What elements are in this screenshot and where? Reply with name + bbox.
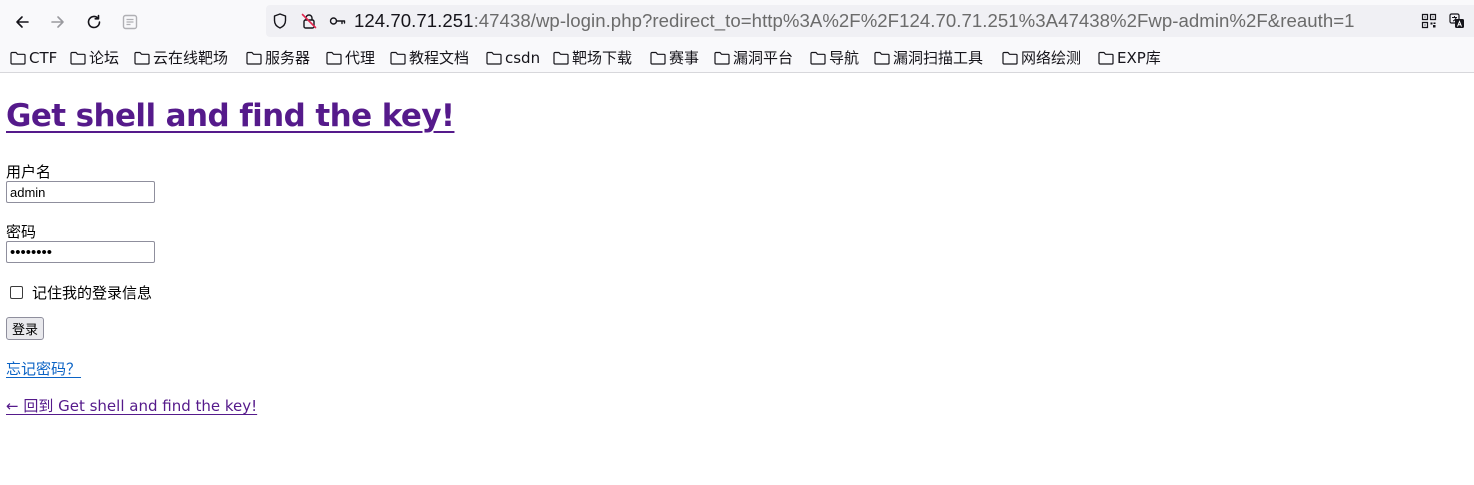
bookmark-label: 漏洞平台 bbox=[733, 49, 794, 67]
qr-code-icon[interactable] bbox=[1421, 13, 1437, 29]
folder-icon bbox=[874, 51, 890, 65]
reader-view-button[interactable] bbox=[117, 9, 143, 35]
bookmark-folder[interactable]: 代理 bbox=[326, 47, 375, 68]
bookmarks-bar: CTF 论坛 云在线靶场 服务器 代理 教程文档 csdn 靶场下载 赛事 漏洞… bbox=[0, 42, 1474, 73]
folder-icon bbox=[553, 51, 569, 65]
key-icon[interactable] bbox=[328, 12, 346, 30]
bookmark-folder[interactable]: 云在线靶场 bbox=[134, 47, 228, 68]
bookmark-folder[interactable]: 网络绘测 bbox=[1002, 47, 1081, 68]
folder-icon bbox=[326, 51, 342, 65]
password-label: 密码 bbox=[6, 223, 37, 241]
bookmark-label: EXP库 bbox=[1117, 49, 1161, 67]
bookmark-label: 论坛 bbox=[89, 49, 120, 67]
bookmark-folder[interactable]: csdn bbox=[486, 47, 540, 68]
folder-icon bbox=[486, 51, 502, 65]
back-button[interactable] bbox=[9, 9, 35, 35]
translate-icon[interactable] bbox=[1449, 13, 1465, 29]
forward-icon bbox=[51, 16, 64, 28]
bookmark-folder[interactable]: CTF bbox=[10, 47, 57, 68]
folder-icon bbox=[714, 51, 730, 65]
folder-icon bbox=[650, 51, 666, 65]
bookmark-folder[interactable]: 论坛 bbox=[70, 47, 119, 68]
bookmark-label: 服务器 bbox=[265, 49, 311, 67]
page-content: Get shell and find the key! 用户名 密码 记住我的登… bbox=[0, 74, 1474, 485]
bookmark-folder[interactable]: 赛事 bbox=[650, 47, 699, 68]
bookmark-label: 导航 bbox=[829, 49, 860, 67]
bookmark-label: 教程文档 bbox=[409, 49, 470, 67]
insecure-lock-icon[interactable] bbox=[300, 12, 318, 30]
remember-me[interactable]: 记住我的登录信息 bbox=[10, 282, 152, 303]
bookmark-folder[interactable]: 服务器 bbox=[246, 47, 310, 68]
bookmark-label: 赛事 bbox=[669, 49, 700, 67]
folder-icon bbox=[10, 51, 26, 65]
remember-me-label: 记住我的登录信息 bbox=[32, 284, 153, 302]
url-bar[interactable]: 124.70.71.251:47438/wp-login.php?redirec… bbox=[266, 5, 1474, 37]
login-button[interactable]: 登录 bbox=[6, 317, 45, 340]
folder-icon bbox=[134, 51, 150, 65]
folder-icon bbox=[246, 51, 262, 65]
username-field[interactable] bbox=[6, 181, 155, 203]
bookmark-folder[interactable]: 靶场下载 bbox=[553, 47, 632, 68]
bookmark-folder[interactable]: 漏洞扫描工具 bbox=[874, 47, 983, 68]
url-text[interactable]: 124.70.71.251:47438/wp-login.php?redirec… bbox=[354, 10, 1355, 32]
folder-icon bbox=[1098, 51, 1114, 65]
reload-icon bbox=[87, 14, 101, 29]
bookmark-folder[interactable]: EXP库 bbox=[1098, 47, 1161, 68]
bookmark-label: 代理 bbox=[345, 49, 376, 67]
lost-password-link[interactable]: 忘记密码？ bbox=[6, 358, 81, 379]
site-title-link[interactable]: Get shell and find the key! bbox=[6, 98, 455, 134]
bookmark-folder[interactable]: 导航 bbox=[810, 47, 859, 68]
reader-icon bbox=[122, 14, 138, 30]
bookmark-label: CTF bbox=[29, 48, 58, 67]
bookmark-label: 漏洞扫描工具 bbox=[893, 49, 984, 67]
bookmark-label: csdn bbox=[505, 48, 541, 67]
back-to-site-link[interactable]: ← 回到 Get shell and find the key! bbox=[6, 395, 257, 416]
shield-icon[interactable] bbox=[271, 12, 289, 30]
back-icon bbox=[16, 16, 29, 28]
bookmark-label: 靶场下载 bbox=[572, 49, 633, 67]
bookmark-label: 网络绘测 bbox=[1021, 49, 1082, 67]
remember-me-checkbox[interactable] bbox=[10, 286, 23, 299]
url-path: :47438/wp-login.php?redirect_to=http%3A%… bbox=[473, 10, 1355, 31]
folder-icon bbox=[70, 51, 86, 65]
browser-toolbar: 124.70.71.251:47438/wp-login.php?redirec… bbox=[0, 0, 1474, 42]
password-field[interactable] bbox=[6, 241, 155, 263]
folder-icon bbox=[390, 51, 406, 65]
forward-button[interactable] bbox=[45, 9, 71, 35]
url-host: 124.70.71.251 bbox=[354, 10, 474, 31]
username-label: 用户名 bbox=[6, 163, 52, 181]
bookmark-label: 云在线靶场 bbox=[153, 49, 229, 67]
folder-icon bbox=[1002, 51, 1018, 65]
bookmark-folder[interactable]: 漏洞平台 bbox=[714, 47, 793, 68]
folder-icon bbox=[810, 51, 826, 65]
reload-button[interactable] bbox=[81, 9, 107, 35]
bookmark-folder[interactable]: 教程文档 bbox=[390, 47, 469, 68]
